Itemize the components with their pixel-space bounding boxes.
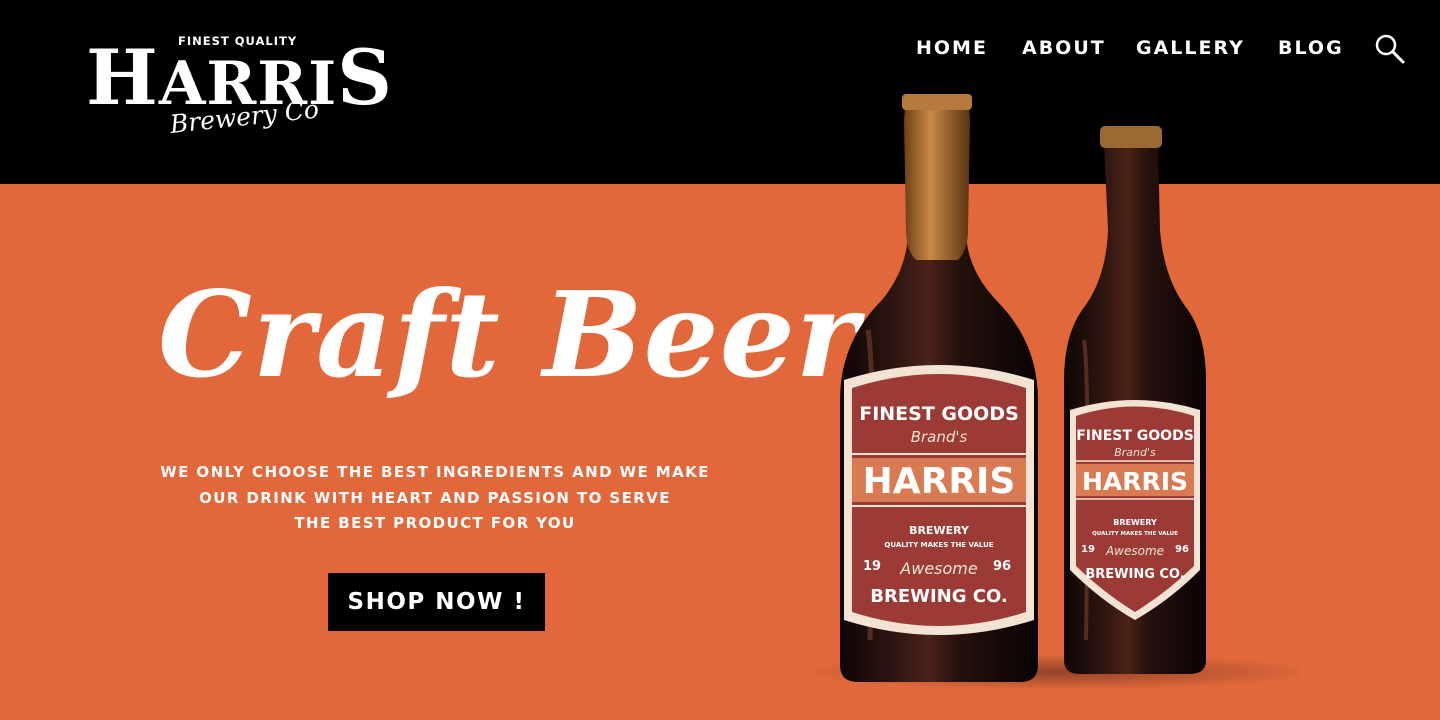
large-label-brewery: BREWERY <box>909 524 970 537</box>
small-label-finest-goods: FINEST GOODS <box>1076 428 1194 444</box>
search-icon[interactable] <box>1374 33 1406 65</box>
logo-wordmark-first: H <box>86 33 159 122</box>
hero-description-line: THE BEST PRODUCT FOR YOU <box>294 514 576 532</box>
hero-title: Craft Beer <box>158 265 859 404</box>
logo-wordmark-last: S <box>337 33 394 122</box>
large-label-year-left: 19 <box>863 559 881 574</box>
large-label-brands: Brand's <box>911 428 968 446</box>
large-label-finest-goods: FINEST GOODS <box>859 403 1019 425</box>
small-bottle: FINEST GOODS Brand's HARRIS BREWERY QUAL… <box>1064 126 1206 674</box>
beer-bottles-image: FINEST GOODS Brand's HARRIS BREWERY QUAL… <box>800 94 1300 690</box>
nav-gallery[interactable]: GALLERY <box>1136 36 1245 60</box>
large-label-brewing: BREWING CO. <box>870 586 1008 607</box>
small-label-brewery: BREWERY <box>1113 518 1157 527</box>
small-label-brands: Brand's <box>1114 446 1156 459</box>
small-label-year-left: 19 <box>1081 544 1095 555</box>
small-label-quality: QUALITY MAKES THE VALUE <box>1092 531 1178 537</box>
nav-home[interactable]: HOME <box>916 36 988 60</box>
shop-now-button[interactable]: SHOP NOW ! <box>328 573 545 631</box>
large-label-brand-name: HARRIS <box>863 461 1016 502</box>
small-bottle-cap <box>1100 126 1162 148</box>
hero-description: WE ONLY CHOOSE THE BEST INGREDIENTS AND … <box>150 460 720 537</box>
small-label-brewing: BREWING CO. <box>1085 567 1184 582</box>
brand-logo[interactable]: FINEST QUALITY HARRIS Brewery Co <box>86 30 392 160</box>
small-label-year-right: 96 <box>1175 544 1189 555</box>
large-bottle-foil <box>904 94 970 260</box>
large-bottle: FINEST GOODS Brand's HARRIS BREWERY QUAL… <box>840 94 1038 682</box>
nav-blog[interactable]: BLOG <box>1278 36 1344 60</box>
large-label-quality: QUALITY MAKES THE VALUE <box>884 541 993 549</box>
hero-description-line: OUR DRINK WITH HEART AND PASSION TO SERV… <box>199 488 671 507</box>
small-label-brand-name: HARRIS <box>1082 467 1188 496</box>
large-label-year-right: 96 <box>993 559 1011 574</box>
hero-description-line: WE ONLY CHOOSE THE BEST INGREDIENTS AND … <box>160 463 710 481</box>
nav-about[interactable]: ABOUT <box>1022 36 1106 60</box>
large-label-awesome: Awesome <box>899 559 978 578</box>
small-label-awesome: Awesome <box>1105 544 1164 558</box>
